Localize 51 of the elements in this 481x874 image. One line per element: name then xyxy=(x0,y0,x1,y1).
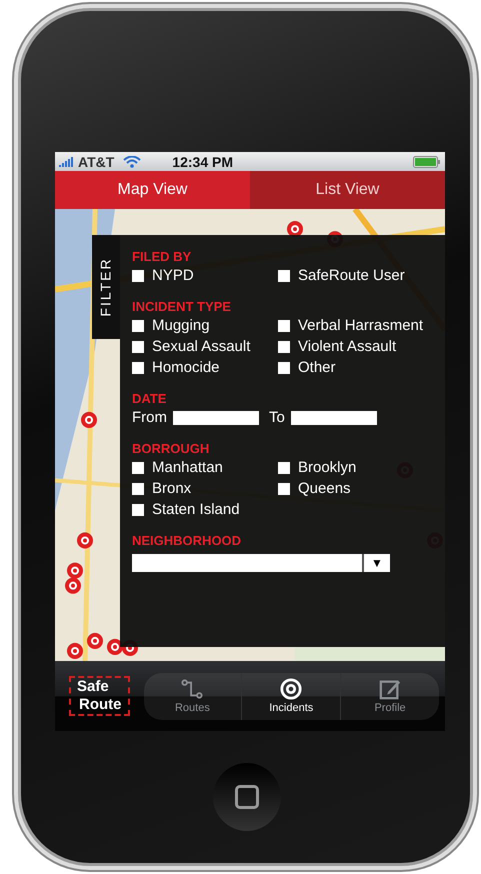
checkbox[interactable] xyxy=(278,462,290,474)
checkbox[interactable] xyxy=(132,482,144,494)
option-label: Homocide xyxy=(152,359,220,376)
option-label: Staten Island xyxy=(152,501,240,518)
checkbox[interactable] xyxy=(132,462,144,474)
option-label: Queens xyxy=(298,480,351,497)
signal-icon xyxy=(59,156,75,166)
to-label: To xyxy=(269,409,285,426)
section-title: NEIGHBORHOOD xyxy=(132,533,242,548)
checkbox[interactable] xyxy=(278,362,290,374)
target-icon xyxy=(280,678,302,700)
from-label: From xyxy=(132,409,167,426)
option-label: Mugging xyxy=(152,317,210,334)
checkbox[interactable] xyxy=(132,270,144,282)
option-label: SafeRoute User xyxy=(298,267,405,284)
filter-tab[interactable]: FILTER xyxy=(92,235,120,339)
option-label: Other xyxy=(298,359,336,376)
checkbox[interactable] xyxy=(132,504,144,516)
section-title: FILED BY xyxy=(132,249,192,264)
battery-icon xyxy=(413,156,441,168)
option-label: Manhattan xyxy=(152,459,223,476)
view-tab[interactable]: List View xyxy=(250,171,445,209)
option-label: NYPD xyxy=(152,267,194,284)
option-label: Bronx xyxy=(152,480,192,497)
route-icon xyxy=(181,678,204,700)
section-title: INCIDENT TYPE xyxy=(132,299,232,314)
option-label: Verbal Harrasment xyxy=(298,317,424,334)
checkbox[interactable] xyxy=(132,320,144,332)
wifi-icon xyxy=(123,156,142,168)
section-title: DATE xyxy=(132,391,168,406)
option-label: Sexual Assault xyxy=(152,338,250,355)
edit-icon xyxy=(379,678,402,700)
section-title: BORROUGH xyxy=(132,441,210,456)
from-date-field[interactable] xyxy=(173,410,259,424)
app-logo: Safe Route xyxy=(69,676,130,716)
neighborhood-dropdown[interactable]: ▼ xyxy=(132,554,390,572)
view-tab[interactable]: Map View xyxy=(55,171,250,209)
checkbox[interactable] xyxy=(132,362,144,374)
checkbox[interactable] xyxy=(278,482,290,494)
nav-tab[interactable]: Profile xyxy=(340,672,439,720)
checkbox[interactable] xyxy=(278,320,290,332)
checkbox[interactable] xyxy=(278,340,290,352)
checkbox[interactable] xyxy=(278,270,290,282)
option-label: Brooklyn xyxy=(298,459,356,476)
option-label: Violent Assault xyxy=(298,338,396,355)
nav-tab[interactable]: Incidents xyxy=(241,672,340,720)
checkbox[interactable] xyxy=(132,340,144,352)
nav-tab[interactable]: Routes xyxy=(144,672,242,720)
clock-time: 12:34 PM xyxy=(172,154,233,170)
carrier-name: AT&T xyxy=(78,154,114,170)
to-date-field[interactable] xyxy=(290,410,377,424)
